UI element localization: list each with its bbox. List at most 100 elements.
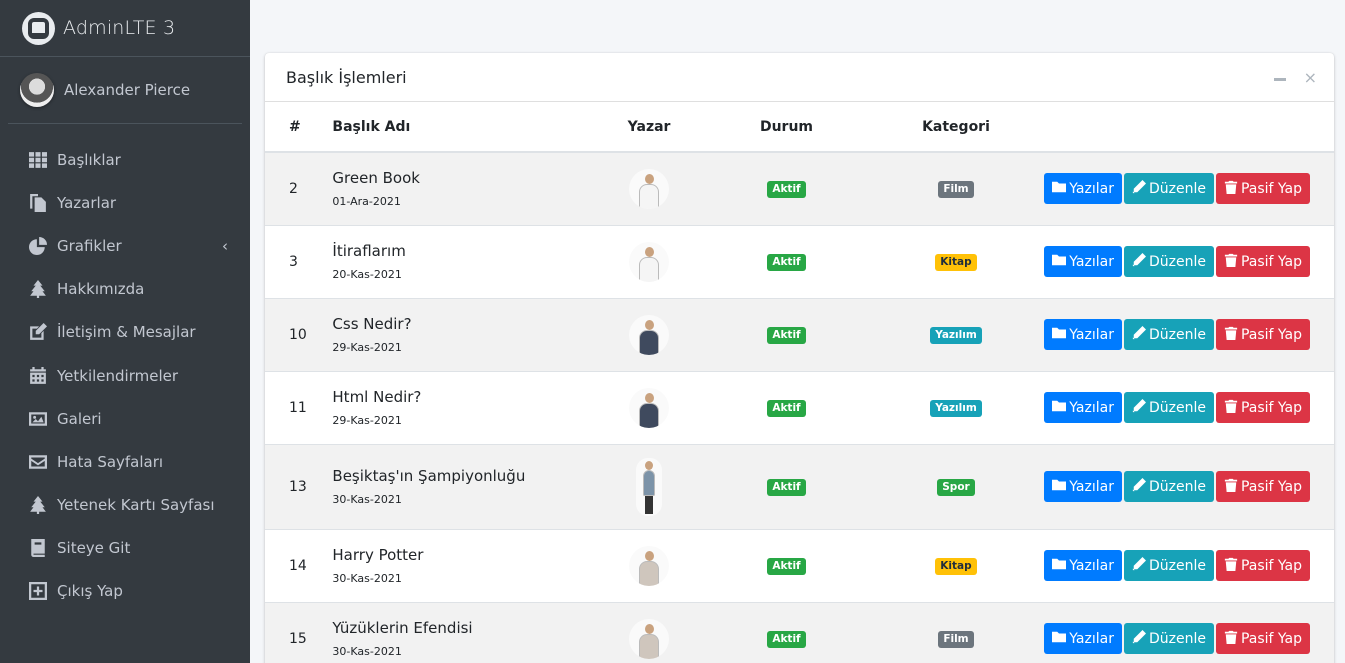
brand-link[interactable]: AdminLTE 3 bbox=[0, 0, 250, 57]
collapse-button[interactable] bbox=[1273, 68, 1286, 88]
sidebar-item-label: İletişim & Mesajlar bbox=[57, 323, 196, 342]
category-badge: Kitap bbox=[935, 253, 977, 271]
row-id: 11 bbox=[289, 399, 307, 416]
sidebar-item-label: Yetenek Kartı Sayfası bbox=[57, 496, 215, 515]
sidebar: AdminLTE 3 Alexander Pierce Başlıklar Yaz… bbox=[0, 0, 250, 663]
table-row: 2 Green Book 01-Ara-2021 Aktif Film Yazılar Dü… bbox=[265, 152, 1334, 225]
title-cell: Yüzüklerin Efendisi 30-Kas-2021 bbox=[332, 602, 594, 663]
deactivate-button[interactable]: Pasif Yap bbox=[1215, 173, 1310, 205]
category-cell: Kitap bbox=[870, 529, 1043, 602]
sidebar-item-0[interactable]: Başlıklar bbox=[0, 138, 250, 181]
deactivate-button-label: Pasif Yap bbox=[1240, 478, 1302, 495]
status-cell: Aktif bbox=[703, 152, 869, 225]
sidebar-item-1[interactable]: Yazarlar bbox=[0, 181, 250, 224]
edit-button[interactable]: Düzenle bbox=[1123, 173, 1214, 205]
title-name: Css Nedir? bbox=[332, 315, 412, 333]
folder-icon bbox=[1052, 253, 1069, 271]
sidebar-item-8[interactable]: Yetenek Kartı Sayfası bbox=[0, 484, 250, 527]
plus-square-icon bbox=[28, 582, 47, 601]
close-button[interactable]: × bbox=[1304, 68, 1317, 88]
category-cell: Yazılım bbox=[870, 298, 1043, 371]
row-id: 10 bbox=[289, 326, 307, 343]
author-cell bbox=[595, 152, 703, 225]
edit-button[interactable]: Düzenle bbox=[1123, 550, 1214, 581]
minus-icon bbox=[1273, 78, 1286, 81]
posts-button-label: Yazılar bbox=[1069, 326, 1114, 343]
sidebar-item-10[interactable]: Çıkış Yap bbox=[0, 570, 250, 613]
deactivate-button-label: Pasif Yap bbox=[1240, 180, 1302, 197]
title-date: 29-Kas-2021 bbox=[332, 341, 402, 354]
sidebar-item-6[interactable]: Galeri bbox=[0, 397, 250, 440]
card-header: Başlık İşlemleri × bbox=[265, 53, 1334, 102]
deactivate-button[interactable]: Pasif Yap bbox=[1215, 550, 1310, 581]
table-row: 15 Yüzüklerin Efendisi 30-Kas-2021 Aktif Fil… bbox=[265, 602, 1334, 663]
posts-button-label: Yazılar bbox=[1069, 180, 1114, 197]
category-badge: Kitap bbox=[935, 557, 977, 575]
user-panel[interactable]: Alexander Pierce bbox=[8, 57, 242, 124]
sidebar-item-9[interactable]: Siteye Git bbox=[0, 527, 250, 570]
row-id: 15 bbox=[289, 630, 307, 647]
edit-button[interactable]: Düzenle bbox=[1123, 623, 1214, 655]
edit-button[interactable]: Düzenle bbox=[1123, 392, 1214, 423]
title-date: 29-Kas-2021 bbox=[332, 414, 402, 427]
deactivate-button[interactable]: Pasif Yap bbox=[1215, 392, 1310, 423]
title-date: 30-Kas-2021 bbox=[332, 493, 402, 506]
posts-button[interactable]: Yazılar bbox=[1044, 550, 1122, 581]
sidebar-item-label: Siteye Git bbox=[57, 539, 131, 558]
user-name[interactable]: Alexander Pierce bbox=[64, 81, 190, 99]
sidebar-item-label: Hata Sayfaları bbox=[57, 452, 164, 471]
title-date: 20-Kas-2021 bbox=[332, 268, 402, 281]
sidebar-item-5[interactable]: Yetkilendirmeler bbox=[0, 354, 250, 397]
status-badge: Aktif bbox=[767, 557, 806, 575]
deactivate-button-label: Pasif Yap bbox=[1240, 326, 1302, 343]
column-header-category[interactable]: Kategori bbox=[869, 102, 1043, 153]
pencil-icon bbox=[1132, 325, 1149, 344]
posts-button[interactable]: Yazılar bbox=[1044, 623, 1122, 655]
edit-button[interactable]: Düzenle bbox=[1123, 246, 1214, 277]
author-cell bbox=[595, 225, 703, 298]
sidebar-item-label: Yetkilendirmeler bbox=[57, 366, 179, 385]
posts-button[interactable]: Yazılar bbox=[1044, 319, 1122, 350]
posts-button[interactable]: Yazılar bbox=[1044, 392, 1122, 423]
posts-button-label: Yazılar bbox=[1069, 557, 1114, 574]
deactivate-button[interactable]: Pasif Yap bbox=[1215, 246, 1310, 277]
sidebar-item-3[interactable]: Hakkımızda bbox=[0, 268, 250, 311]
sidebar-item-2[interactable]: Grafikler ‹ bbox=[0, 224, 250, 267]
author-photo bbox=[629, 545, 670, 586]
edit-button-label: Düzenle bbox=[1148, 253, 1206, 270]
column-header-id[interactable]: # bbox=[265, 102, 333, 153]
chevron-left-icon: ‹ bbox=[222, 237, 228, 256]
category-badge: Film bbox=[938, 630, 974, 648]
status-cell: Aktif bbox=[703, 298, 869, 371]
posts-button[interactable]: Yazılar bbox=[1044, 471, 1122, 502]
column-header-title[interactable]: Başlık Adı bbox=[332, 102, 595, 153]
deactivate-button[interactable]: Pasif Yap bbox=[1215, 623, 1310, 655]
posts-button[interactable]: Yazılar bbox=[1044, 173, 1122, 205]
pie-chart-icon bbox=[28, 236, 47, 255]
actions-cell: Yazılar Düzenle Pasif Yap bbox=[1042, 444, 1334, 529]
status-badge: Aktif bbox=[767, 180, 806, 198]
avatar bbox=[20, 73, 54, 107]
table-row: 13 Beşiktaş'ın Şampiyonluğu 30-Kas-2021 Akt… bbox=[265, 444, 1334, 529]
author-photo bbox=[629, 314, 670, 355]
table-row: 11 Html Nedir? 29-Kas-2021 Aktif Yazılım Yazı… bbox=[265, 371, 1334, 444]
status-badge: Aktif bbox=[767, 399, 806, 417]
pencil-icon bbox=[1132, 477, 1149, 496]
sidebar-item-label: Galeri bbox=[57, 409, 102, 428]
row-id: 3 bbox=[289, 253, 298, 270]
title-cell: Harry Potter 30-Kas-2021 bbox=[332, 529, 594, 602]
edit-button[interactable]: Düzenle bbox=[1123, 319, 1214, 350]
edit-button[interactable]: Düzenle bbox=[1123, 471, 1214, 502]
deactivate-button[interactable]: Pasif Yap bbox=[1215, 319, 1310, 350]
posts-button[interactable]: Yazılar bbox=[1044, 246, 1122, 277]
sidebar-item-4[interactable]: İletişim & Mesajlar bbox=[0, 311, 250, 354]
status-cell: Aktif bbox=[703, 444, 869, 529]
column-header-status[interactable]: Durum bbox=[703, 102, 870, 153]
actions-cell: Yazılar Düzenle Pasif Yap bbox=[1042, 152, 1334, 225]
sidebar-item-7[interactable]: Hata Sayfaları bbox=[0, 440, 250, 483]
deactivate-button[interactable]: Pasif Yap bbox=[1215, 471, 1310, 502]
category-badge: Yazılım bbox=[930, 326, 982, 344]
author-cell bbox=[595, 602, 703, 663]
column-header-author[interactable]: Yazar bbox=[594, 102, 704, 153]
sidebar-item-label: Grafikler bbox=[57, 236, 122, 255]
